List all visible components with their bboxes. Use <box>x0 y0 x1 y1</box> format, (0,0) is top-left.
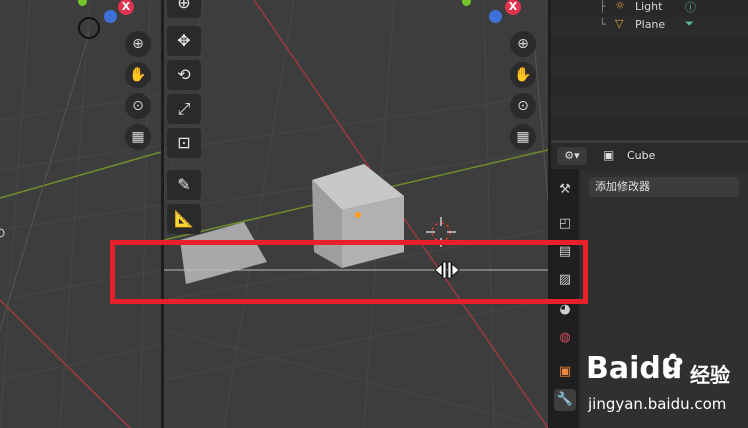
outliner-item-label: Plane <box>635 18 666 31</box>
outliner-item-plane[interactable]: └ ▽ Plane ⏷ <box>551 16 748 36</box>
highlight-box <box>110 240 588 304</box>
add-modifier-button[interactable]: 添加修改器 <box>589 177 739 197</box>
properties-header: ⚙▾ ▣ Cube <box>551 143 748 169</box>
light-bulb-icon: ☼ <box>615 0 625 12</box>
baidu-watermark: Baidu ✿ 经验 jingyan.baidu.com <box>586 345 746 425</box>
modifier-wrench-icon[interactable]: 🔧 <box>554 389 576 411</box>
annotate-tool-icon[interactable]: ✎ <box>167 170 201 200</box>
zoom-icon[interactable]: ⊕ <box>125 31 151 57</box>
camera-target-icon <box>78 17 100 39</box>
paw-icon: ✿ <box>662 349 684 379</box>
editor-type-icon[interactable]: ⚙▾ <box>557 147 587 165</box>
outliner-item-label: Light <box>635 0 663 13</box>
light-data-icon[interactable]: ⓘ <box>685 0 696 15</box>
object-name: Cube <box>627 149 656 162</box>
perspective-grid-icon[interactable]: ▦ <box>125 124 151 150</box>
hand-pan-icon[interactable]: ✋ <box>125 62 151 88</box>
measure-tool-icon[interactable]: 📐 <box>167 204 201 234</box>
move-tool-icon[interactable]: ✥ <box>167 26 201 56</box>
transform-tool-icon[interactable]: ⊡ <box>167 128 201 158</box>
scale-tool-icon[interactable]: ⤢ <box>167 94 201 124</box>
hand-pan-icon[interactable]: ✋ <box>510 62 536 88</box>
cursor-tool-icon[interactable]: ⊕ <box>167 0 201 18</box>
tree-line-icon: ├ <box>599 0 606 13</box>
zoom-icon[interactable]: ⊕ <box>510 31 536 57</box>
outliner-empty-row <box>551 56 748 76</box>
left-viewport[interactable]: X ⊕ ✋ ⊙ ▦ <box>0 0 161 428</box>
perspective-grid-icon[interactable]: ▦ <box>510 124 536 150</box>
outliner-empty-row <box>551 96 748 116</box>
world-icon[interactable]: ◍ <box>554 327 576 349</box>
watermark-url: jingyan.baidu.com <box>588 395 727 413</box>
outliner-empty-row <box>551 76 748 96</box>
render-icon[interactable]: ◰ <box>554 213 576 235</box>
camera-icon[interactable]: ⊙ <box>125 93 151 119</box>
outliner-panel[interactable]: ├ ☼ Light ⓘ └ ▽ Plane ⏷ <box>551 0 748 140</box>
outliner-empty-row <box>551 116 748 136</box>
object-square-icon: ▣ <box>603 148 615 162</box>
object-icon[interactable]: ▣ <box>554 361 576 383</box>
main-grid <box>164 0 548 428</box>
outliner-item-light[interactable]: ├ ☼ Light ⓘ <box>551 0 748 16</box>
camera-icon[interactable]: ⊙ <box>510 93 536 119</box>
mesh-triangle-icon: ▽ <box>615 17 624 30</box>
gizmo-blue-dot-main[interactable] <box>489 10 502 23</box>
gizmo-blue-dot[interactable] <box>104 10 117 23</box>
outliner-empty-row <box>551 36 748 56</box>
tree-line-icon: └ <box>599 18 606 31</box>
main-viewport[interactable]: ⊕ ✥ ⟲ ⤢ ⊡ ✎ 📐 X ⊕ ✋ ⊙ ▦ <box>164 0 548 428</box>
rotate-tool-icon[interactable]: ⟲ <box>167 60 201 90</box>
tool-settings-icon[interactable]: ⚒ <box>554 179 576 201</box>
cube-origin <box>355 212 361 218</box>
watermark-brand-cn: 经验 <box>690 363 730 387</box>
mesh-data-icon[interactable]: ⏷ <box>685 17 694 31</box>
